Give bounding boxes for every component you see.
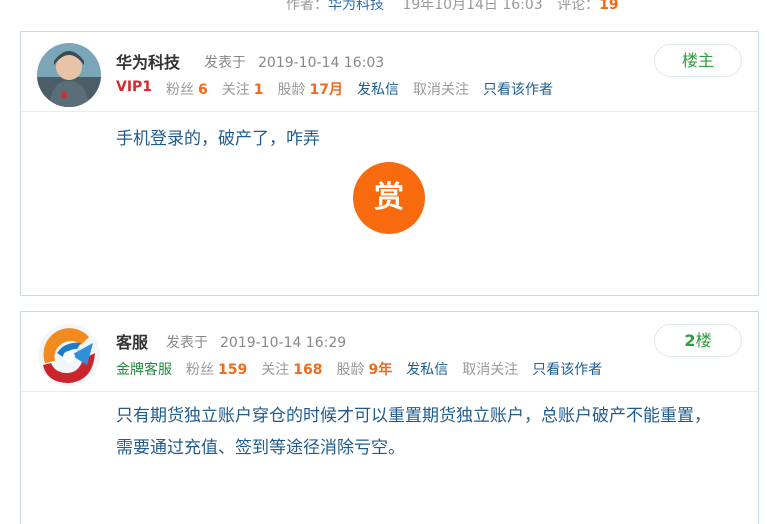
post-header: 华为科技 发表于 2019-10-14 16:03 VIP1 粉丝 6 关注 1 股龄… — [21, 32, 758, 112]
fans-stat: 粉丝 6 — [166, 82, 208, 98]
only-author-link[interactable]: 只看该作者 — [483, 79, 553, 99]
post-time: 发表于 2019-10-14 16:03 — [204, 52, 384, 72]
article-date: 19年10月14日 16:03 — [402, 0, 543, 13]
comment-label: 评论： — [557, 0, 600, 13]
posted-label: 发表于 — [204, 55, 246, 71]
post-content: 手机登录的，破产了，咋弄 — [116, 129, 320, 149]
send-message-link[interactable]: 发私信 — [357, 79, 399, 99]
fans-stat: 粉丝 159 — [186, 362, 248, 378]
service-logo-icon — [38, 324, 100, 386]
post-date: 2019-10-14 16:03 — [258, 55, 385, 71]
send-message-link[interactable]: 发私信 — [406, 359, 448, 379]
stock-age-stat: 股龄 9年 — [336, 362, 393, 378]
post-card: 客服 发表于 2019-10-14 16:29 金牌客服 粉丝 159 关注 168 … — [20, 311, 759, 524]
gold-service-badge: 金牌客服 — [116, 362, 172, 378]
post-header: 客服 发表于 2019-10-14 16:29 金牌客服 粉丝 159 关注 168 … — [21, 312, 758, 392]
author-label: 作者： — [286, 0, 328, 13]
post-content: 只有期货独立账户穿仓的时候才可以重置期货独立账户，总账户破产不能重置，需要通过充… — [116, 406, 711, 458]
username[interactable]: 华为科技 — [116, 49, 180, 73]
reward-button[interactable]: 赏 — [353, 162, 425, 234]
stock-age-stat: 股龄 17月 — [277, 82, 344, 98]
post-time: 发表于 2019-10-14 16:29 — [166, 332, 346, 352]
floor-badge: 2楼 — [654, 324, 742, 357]
unfollow-link[interactable]: 取消关注 — [413, 79, 469, 99]
user-photo-icon — [37, 43, 101, 107]
post-card: 华为科技 发表于 2019-10-14 16:03 VIP1 粉丝 6 关注 1 股龄… — [20, 31, 759, 296]
post-date: 2019-10-14 16:29 — [220, 335, 347, 351]
follow-stat: 关注 168 — [261, 362, 323, 378]
user-stats: VIP1 粉丝 6 关注 1 股龄 17月 发私信 取消关注 只看该作者 — [116, 79, 553, 99]
author-link[interactable]: 华为科技 — [328, 0, 384, 13]
floor-badge: 楼主 — [654, 44, 742, 77]
comment-count: 19 — [599, 0, 619, 13]
avatar[interactable] — [37, 323, 101, 387]
posted-label: 发表于 — [166, 335, 208, 351]
only-author-link[interactable]: 只看该作者 — [532, 359, 602, 379]
article-meta-line: 作者：华为科技 19年10月14日 16:03 评论：19 — [286, 0, 619, 14]
vip-badge: VIP1 — [116, 79, 153, 95]
floor-number: 2 — [684, 331, 696, 350]
floor-suffix: 楼 — [695, 331, 712, 350]
follow-stat: 关注 1 — [221, 82, 264, 98]
unfollow-link[interactable]: 取消关注 — [462, 359, 518, 379]
avatar[interactable] — [37, 43, 101, 107]
user-stats: 金牌客服 粉丝 159 关注 168 股龄 9年 发私信 取消关注 只看该作者 — [116, 359, 602, 379]
username[interactable]: 客服 — [116, 329, 148, 353]
